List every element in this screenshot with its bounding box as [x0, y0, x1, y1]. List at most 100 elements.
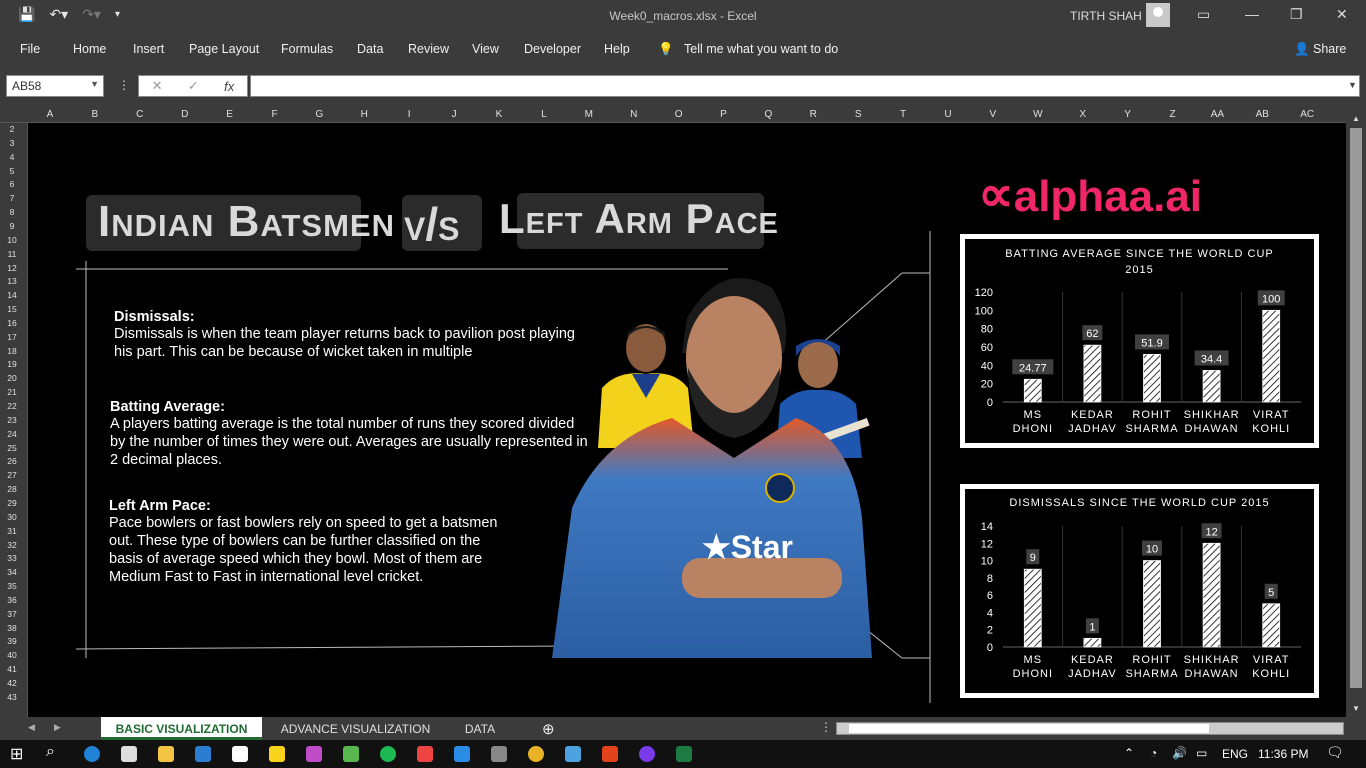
bar[interactable]: [1143, 354, 1161, 403]
row-header[interactable]: 7: [0, 193, 24, 203]
bar[interactable]: [1083, 344, 1102, 403]
chevron-up-icon[interactable]: ⌃: [1124, 746, 1134, 760]
excel-icon[interactable]: [676, 746, 692, 762]
column-header[interactable]: O: [669, 109, 689, 120]
app-icon[interactable]: [565, 746, 581, 762]
row-header[interactable]: 4: [0, 152, 24, 162]
bar[interactable]: [1202, 370, 1221, 403]
tab-data[interactable]: Data: [357, 42, 383, 56]
spotify-icon[interactable]: [380, 746, 396, 762]
column-header[interactable]: D: [175, 109, 195, 120]
row-header[interactable]: 30: [0, 512, 24, 522]
column-header[interactable]: R: [803, 109, 823, 120]
scroll-thumb[interactable]: [1350, 128, 1362, 688]
worksheet-canvas[interactable]: Indian Batsmen v/s Left Arm Pace Dismiss…: [28, 123, 1346, 717]
edge-icon[interactable]: [84, 746, 100, 762]
more-options-icon[interactable]: ⋮: [118, 78, 130, 92]
notifications-icon[interactable]: 🗨: [1326, 744, 1344, 761]
column-header[interactable]: L: [534, 109, 554, 120]
restore-icon[interactable]: ❐: [1290, 6, 1303, 23]
row-header[interactable]: 8: [0, 207, 24, 217]
formula-input[interactable]: [250, 75, 1360, 97]
chrome-icon[interactable]: [528, 746, 544, 762]
row-header[interactable]: 6: [0, 179, 24, 189]
share-button[interactable]: Share: [1313, 42, 1346, 56]
add-sheet-icon[interactable]: ⊕: [542, 720, 555, 738]
tab-formulas[interactable]: Formulas: [281, 42, 333, 56]
bar[interactable]: [1202, 542, 1221, 648]
bar[interactable]: [1143, 560, 1161, 648]
column-header[interactable]: Y: [1118, 109, 1138, 120]
row-header[interactable]: 15: [0, 304, 24, 314]
column-header[interactable]: P: [714, 109, 734, 120]
column-header[interactable]: V: [983, 109, 1003, 120]
row-header[interactable]: 33: [0, 553, 24, 563]
row-header[interactable]: 18: [0, 346, 24, 356]
column-header[interactable]: H: [354, 109, 374, 120]
sticky-notes-icon[interactable]: [269, 746, 285, 762]
scroll-up-icon[interactable]: ▲: [1352, 114, 1360, 123]
row-header[interactable]: 43: [0, 692, 24, 702]
column-header[interactable]: AC: [1297, 109, 1317, 120]
row-header[interactable]: 14: [0, 290, 24, 300]
bar[interactable]: [1262, 603, 1281, 648]
bar[interactable]: [1083, 637, 1102, 648]
insert-function-icon[interactable]: fx: [224, 79, 234, 94]
column-header[interactable]: AB: [1252, 109, 1272, 120]
row-header[interactable]: 26: [0, 456, 24, 466]
row-header[interactable]: 9: [0, 221, 24, 231]
tell-me-search[interactable]: Tell me what you want to do: [684, 42, 838, 56]
row-header[interactable]: 35: [0, 581, 24, 591]
column-header[interactable]: T: [893, 109, 913, 120]
column-header[interactable]: X: [1073, 109, 1093, 120]
row-header[interactable]: 21: [0, 387, 24, 397]
row-header[interactable]: 24: [0, 429, 24, 439]
column-header[interactable]: Q: [758, 109, 778, 120]
bar[interactable]: [1023, 568, 1042, 648]
cancel-icon[interactable]: ✕: [152, 78, 163, 94]
bar[interactable]: [1262, 309, 1281, 403]
chart-dismissals[interactable]: DISMISSALS SINCE THE WORLD CUP 2015 0246…: [960, 484, 1319, 698]
enter-icon[interactable]: ✓: [188, 78, 199, 94]
row-header[interactable]: 32: [0, 540, 24, 550]
vscode-icon[interactable]: [454, 746, 470, 762]
office-icon[interactable]: [306, 746, 322, 762]
row-header[interactable]: 22: [0, 401, 24, 411]
tab-scroll-left-icon[interactable]: ◀: [28, 722, 35, 733]
language-indicator[interactable]: ENG: [1222, 747, 1248, 761]
row-header[interactable]: 23: [0, 415, 24, 425]
sheet-tab-advance-visualization[interactable]: ADVANCE VISUALIZATION: [268, 717, 443, 740]
tab-scroll-right-icon[interactable]: ▶: [54, 722, 61, 733]
column-header[interactable]: M: [579, 109, 599, 120]
notepad-icon[interactable]: [232, 746, 248, 762]
row-header[interactable]: 29: [0, 498, 24, 508]
row-header[interactable]: 38: [0, 623, 24, 633]
popcorn-icon[interactable]: [417, 746, 433, 762]
tab-splitter-icon[interactable]: ⋮: [820, 720, 832, 734]
row-header[interactable]: 37: [0, 609, 24, 619]
column-header[interactable]: C: [130, 109, 150, 120]
search-icon[interactable]: ⌕: [46, 743, 62, 760]
row-header[interactable]: 41: [0, 664, 24, 674]
bar[interactable]: [1023, 378, 1042, 403]
file-explorer-icon[interactable]: [158, 746, 174, 762]
row-header[interactable]: 2: [0, 124, 24, 134]
column-header[interactable]: J: [444, 109, 464, 120]
chevron-down-icon[interactable]: ▼: [90, 79, 99, 89]
row-header[interactable]: 36: [0, 595, 24, 605]
settings-icon[interactable]: [491, 746, 507, 762]
tab-help[interactable]: Help: [604, 42, 630, 56]
tab-view[interactable]: View: [472, 42, 499, 56]
tab-file[interactable]: File: [20, 42, 40, 56]
column-header[interactable]: E: [220, 109, 240, 120]
row-header[interactable]: 10: [0, 235, 24, 245]
podcast-icon[interactable]: [639, 746, 655, 762]
row-header[interactable]: 19: [0, 359, 24, 369]
expand-formula-icon[interactable]: ▼: [1348, 80, 1357, 90]
mail-icon[interactable]: [195, 746, 211, 762]
row-header[interactable]: 11: [0, 249, 24, 259]
avatar[interactable]: [1146, 3, 1170, 27]
scroll-thumb[interactable]: [849, 724, 1209, 733]
column-header[interactable]: K: [489, 109, 509, 120]
battery-icon[interactable]: ▭: [1196, 746, 1207, 760]
